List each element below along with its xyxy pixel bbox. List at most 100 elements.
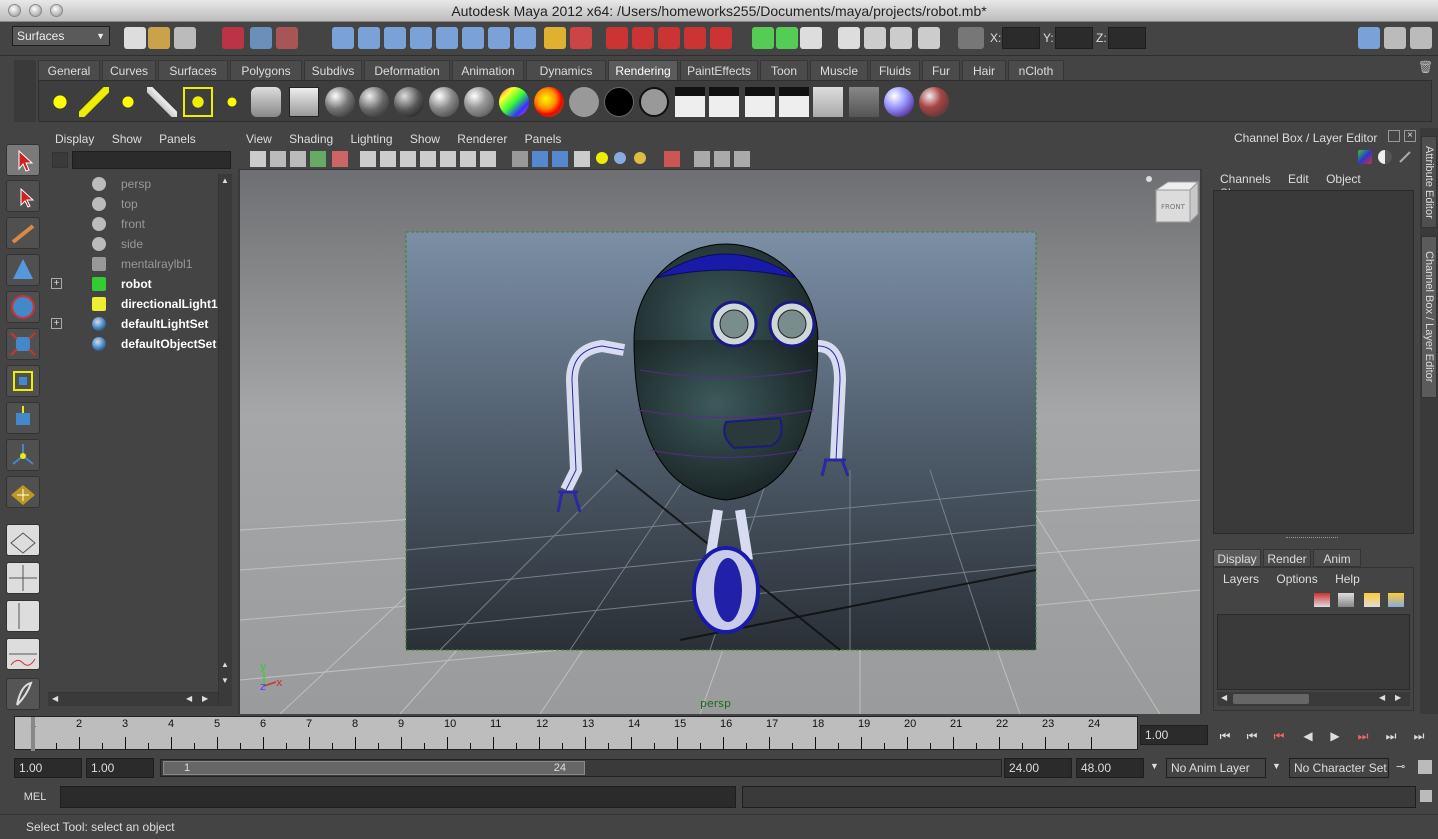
batch-clapper-icon[interactable] [745,87,775,117]
close-panel-icon[interactable]: × [1404,130,1416,142]
new-layer-icon[interactable] [1364,593,1380,607]
point-light-icon[interactable] [113,87,143,117]
channel-box-tab[interactable]: Channel Box / Layer Editor [1421,236,1437,398]
ramp-shader-icon[interactable] [534,87,564,117]
ipr-render-icon[interactable] [800,27,822,49]
outliner-item[interactable]: front [48,214,218,234]
shelf-tab-rendering[interactable]: Rendering [608,60,678,80]
use-all-lights-icon[interactable] [596,152,608,164]
shelf-tab-surfaces[interactable]: Surfaces [158,60,228,80]
viewcube[interactable]: FRONT [1146,176,1200,224]
open-scene-icon[interactable] [148,27,170,49]
animation-preferences-icon[interactable] [1418,760,1432,774]
snap-surface-icon[interactable] [436,27,458,49]
range-slider-bar[interactable]: 1 24 [163,761,585,775]
textured-icon[interactable] [574,151,590,167]
channel-menu-object[interactable]: Object [1326,172,1361,186]
paint-brush-icon[interactable] [919,87,949,117]
scroll-up-icon[interactable]: ▲ [221,176,229,185]
outliner-search-input[interactable] [72,151,231,169]
shelf-menu-handle[interactable] [14,60,36,122]
snap-point-icon[interactable] [384,27,406,49]
float-panel-icon[interactable] [1388,130,1400,142]
shelf-tab-ncloth[interactable]: nCloth [1008,60,1064,80]
animation-end-field[interactable]: 48.00 [1076,758,1144,778]
attribute-editor-toggle-icon[interactable] [1358,27,1380,49]
new-scene-icon[interactable] [124,27,146,49]
channel-list[interactable] [1213,190,1414,534]
magnet-live-icon[interactable] [710,27,732,49]
shelf-tab-general[interactable]: General [38,60,100,80]
outliner-menu-panels[interactable]: Panels [159,132,196,146]
high-quality-icon[interactable] [634,152,646,164]
output-ops-icon[interactable] [632,27,654,49]
filter-icon[interactable] [52,152,68,168]
batch-render-icon[interactable] [918,27,940,49]
step-back-frame-icon[interactable]: ⏮ [1241,728,1263,744]
save-scene-icon[interactable] [174,27,196,49]
shelf-tab-toon[interactable]: Toon [760,60,808,80]
channel-menu-channels[interactable]: Channels [1220,172,1271,186]
play-forwards-icon[interactable]: ▶ [1324,728,1346,744]
close-window-button[interactable] [8,4,21,17]
viewport-menu-view[interactable]: View [246,132,272,146]
play-backwards-icon[interactable]: ◀ [1297,728,1319,744]
home-icon[interactable] [1146,176,1152,182]
layer-list[interactable] [1217,614,1410,690]
playback-start-field[interactable]: 1.00 [86,758,154,778]
new-layer-selected-icon[interactable] [1388,593,1404,607]
hypershade-icon[interactable] [864,27,886,49]
layer-menu-help[interactable]: Help [1335,572,1360,586]
y-field[interactable] [1055,27,1093,49]
viewport-menu-panels[interactable]: Panels [525,132,562,146]
scroll-down-icon[interactable]: ▼ [221,676,229,685]
outliner-item[interactable]: persp [48,174,218,194]
layer-menu-options[interactable]: Options [1276,572,1317,586]
layer-horizontal-scrollbar[interactable]: ◀ ◀ ▶ [1217,692,1410,706]
attribute-editor-tab[interactable]: Attribute Editor [1421,136,1437,228]
shelf-tab-curves[interactable]: Curves [102,60,156,80]
viewport-menu-renderer[interactable]: Renderer [457,132,507,146]
rotate-tool-icon[interactable] [6,291,40,323]
shelf-tab-painteffects[interactable]: PaintEffects [680,60,758,80]
shading-map-icon[interactable] [639,87,669,117]
feather-icon[interactable] [6,678,40,710]
blinn-sphere-icon[interactable] [325,87,355,117]
shelf-tab-animation[interactable]: Animation [452,60,524,80]
isolate-select-icon[interactable] [664,151,680,167]
shelf-tab-polygons[interactable]: Polygons [230,60,302,80]
camera-attributes-icon[interactable] [270,151,286,167]
outliner-item[interactable]: + robot [48,274,218,294]
safe-action-icon[interactable] [460,151,476,167]
animation-start-field[interactable]: 1.00 [14,758,82,778]
hyper-icon[interactable] [1398,150,1412,164]
xray-active-icon[interactable] [714,151,730,167]
manipulator-icon[interactable] [1358,150,1372,164]
select-camera-icon[interactable] [250,151,266,167]
menuset-dropdown[interactable]: Surfaces ▼ [12,26,110,46]
step-forward-frame-icon[interactable]: ⏭ [1380,728,1402,744]
chevron-down-icon[interactable]: ▼ [1272,761,1281,771]
render-layer-icon[interactable] [813,87,843,117]
go-to-start-icon[interactable]: ⏮ [1214,728,1236,744]
command-input[interactable] [60,786,736,808]
shelf-tab-subdivs[interactable]: Subdivs [304,60,362,80]
last-tool-icon[interactable] [6,476,40,508]
field-chart-icon[interactable] [440,151,456,167]
area-light-icon[interactable] [183,87,213,117]
snap-points-icon[interactable] [462,27,484,49]
select-object-icon[interactable] [250,27,272,49]
anim-layer-dropdown[interactable]: No Anim Layer [1166,758,1266,778]
scale-tool-icon[interactable] [6,328,40,360]
wireframe-icon[interactable] [512,151,528,167]
surface-shader-icon[interactable] [569,87,599,117]
chevron-down-icon[interactable]: ▼ [1150,761,1159,771]
manipulator-tool-icon[interactable] [6,365,40,397]
script-editor-icon[interactable] [1420,790,1432,802]
help-icon[interactable] [514,27,536,49]
expand-icon[interactable]: + [51,278,62,289]
scroll-left-icon[interactable]: ◀ [52,694,58,703]
soft-mod-tool-icon[interactable] [6,402,40,434]
outliner-item[interactable]: + defaultLightSet [48,314,218,334]
move-tool-icon[interactable] [6,254,40,286]
